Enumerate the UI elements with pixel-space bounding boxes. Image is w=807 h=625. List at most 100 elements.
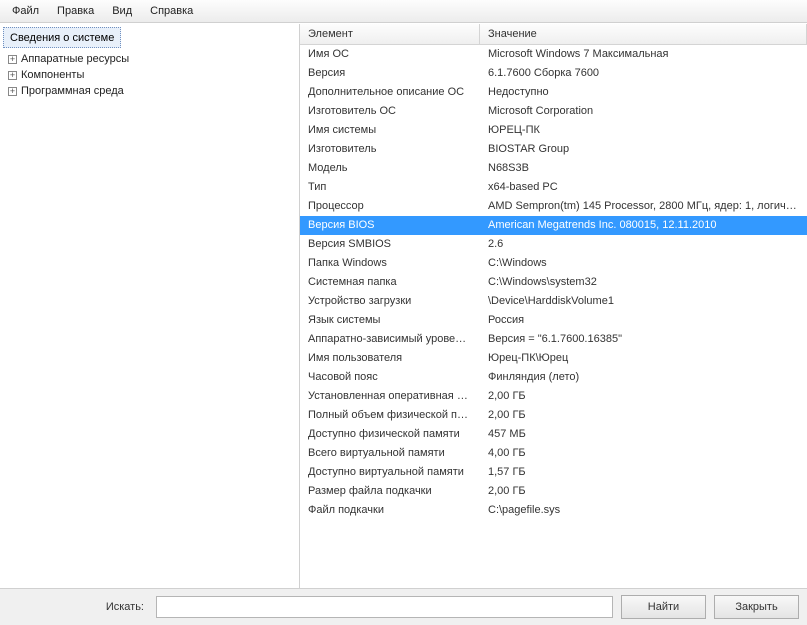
cell-value: ЮРЕЦ-ПК	[480, 122, 807, 139]
cell-element: Файл подкачки	[300, 502, 480, 519]
cell-value: 2.6	[480, 236, 807, 253]
cell-value: 457 МБ	[480, 426, 807, 443]
list-row[interactable]: Установленная оперативная п…2,00 ГБ	[300, 387, 807, 406]
cell-value: \Device\HarddiskVolume1	[480, 293, 807, 310]
cell-element: Версия BIOS	[300, 217, 480, 234]
cell-element: Размер файла подкачки	[300, 483, 480, 500]
cell-element: Версия	[300, 65, 480, 82]
list-row[interactable]: Файл подкачкиC:\pagefile.sys	[300, 501, 807, 520]
cell-value: Microsoft Corporation	[480, 103, 807, 120]
list-pane: Элемент Значение Имя ОСMicrosoft Windows…	[300, 24, 807, 588]
main-content: Сведения о системе + Аппаратные ресурсы + К…	[0, 23, 807, 588]
tree-item-label: Компоненты	[21, 69, 84, 81]
list-row[interactable]: Версия SMBIOS2.6	[300, 235, 807, 254]
plus-icon[interactable]: +	[8, 71, 17, 80]
cell-value: American Megatrends Inc. 080015, 12.11.2…	[480, 217, 807, 234]
search-label: Искать:	[8, 601, 148, 613]
list-row[interactable]: Дополнительное описание ОСНедоступно	[300, 83, 807, 102]
tree-item[interactable]: + Программная среда	[0, 83, 299, 99]
list-row[interactable]: Размер файла подкачки2,00 ГБ	[300, 482, 807, 501]
list-row[interactable]: Всего виртуальной памяти4,00 ГБ	[300, 444, 807, 463]
tree-item-label: Аппаратные ресурсы	[21, 53, 129, 65]
menu-edit[interactable]: Правка	[49, 2, 102, 20]
cell-element: Папка Windows	[300, 255, 480, 272]
cell-value: x64-based PC	[480, 179, 807, 196]
cell-element: Доступно виртуальной памяти	[300, 464, 480, 481]
cell-element: Часовой пояс	[300, 369, 480, 386]
list-row[interactable]: Версия6.1.7600 Сборка 7600	[300, 64, 807, 83]
cell-element: Язык системы	[300, 312, 480, 329]
cell-element: Доступно физической памяти	[300, 426, 480, 443]
list-row[interactable]: Доступно виртуальной памяти1,57 ГБ	[300, 463, 807, 482]
plus-icon[interactable]: +	[8, 87, 17, 96]
cell-element: Полный объем физической па…	[300, 407, 480, 424]
plus-icon[interactable]: +	[8, 55, 17, 64]
cell-element: Имя ОС	[300, 46, 480, 63]
list-row[interactable]: Папка WindowsC:\Windows	[300, 254, 807, 273]
column-value[interactable]: Значение	[480, 24, 807, 44]
list-row[interactable]: Типx64-based PC	[300, 178, 807, 197]
cell-value: Версия = "6.1.7600.16385"	[480, 331, 807, 348]
tree-item-label: Программная среда	[21, 85, 124, 97]
list-row[interactable]: МодельN68S3B	[300, 159, 807, 178]
cell-value: 2,00 ГБ	[480, 483, 807, 500]
cell-element: Версия SMBIOS	[300, 236, 480, 253]
list-row[interactable]: Имя пользователяЮрец-ПК\Юрец	[300, 349, 807, 368]
list-row[interactable]: Системная папкаC:\Windows\system32	[300, 273, 807, 292]
cell-element: Всего виртуальной памяти	[300, 445, 480, 462]
cell-value: 2,00 ГБ	[480, 407, 807, 424]
cell-element: Дополнительное описание ОС	[300, 84, 480, 101]
tree-pane: Сведения о системе + Аппаратные ресурсы + К…	[0, 24, 300, 588]
cell-element: Имя системы	[300, 122, 480, 139]
find-button[interactable]: Найти	[621, 595, 706, 619]
menu-view[interactable]: Вид	[104, 2, 140, 20]
cell-value: Microsoft Windows 7 Максимальная	[480, 46, 807, 63]
tree-root[interactable]: Сведения о системе	[3, 27, 121, 48]
cell-value: Россия	[480, 312, 807, 329]
cell-value: Финляндия (лето)	[480, 369, 807, 386]
cell-element: Изготовитель	[300, 141, 480, 158]
list-row[interactable]: Версия BIOSAmerican Megatrends Inc. 0800…	[300, 216, 807, 235]
cell-element: Установленная оперативная п…	[300, 388, 480, 405]
list-row[interactable]: Доступно физической памяти457 МБ	[300, 425, 807, 444]
cell-value: 2,00 ГБ	[480, 388, 807, 405]
cell-value: C:\Windows\system32	[480, 274, 807, 291]
list-row[interactable]: Имя ОСMicrosoft Windows 7 Максимальная	[300, 45, 807, 64]
cell-value: AMD Sempron(tm) 145 Processor, 2800 МГц,…	[480, 198, 807, 215]
column-element[interactable]: Элемент	[300, 24, 480, 44]
list-row[interactable]: Изготовитель ОСMicrosoft Corporation	[300, 102, 807, 121]
list-row[interactable]: Устройство загрузки\Device\HarddiskVolum…	[300, 292, 807, 311]
list-row[interactable]: Язык системыРоссия	[300, 311, 807, 330]
tree-item[interactable]: + Компоненты	[0, 67, 299, 83]
list-row[interactable]: Аппаратно-зависимый уровен…Версия = "6.1…	[300, 330, 807, 349]
cell-value: Недоступно	[480, 84, 807, 101]
cell-value: BIOSTAR Group	[480, 141, 807, 158]
cell-element: Аппаратно-зависимый уровен…	[300, 331, 480, 348]
footer: Искать: Найти Закрыть	[0, 588, 807, 625]
cell-value: C:\pagefile.sys	[480, 502, 807, 519]
list-row[interactable]: ИзготовительBIOSTAR Group	[300, 140, 807, 159]
search-input[interactable]	[156, 596, 613, 618]
cell-element: Устройство загрузки	[300, 293, 480, 310]
menu-help[interactable]: Справка	[142, 2, 201, 20]
cell-element: Системная папка	[300, 274, 480, 291]
cell-element: Процессор	[300, 198, 480, 215]
list-header: Элемент Значение	[300, 24, 807, 45]
cell-value: 1,57 ГБ	[480, 464, 807, 481]
cell-value: N68S3B	[480, 160, 807, 177]
list-row[interactable]: ПроцессорAMD Sempron(tm) 145 Processor, …	[300, 197, 807, 216]
cell-element: Тип	[300, 179, 480, 196]
menu-file[interactable]: Файл	[4, 2, 47, 20]
cell-element: Изготовитель ОС	[300, 103, 480, 120]
list-row[interactable]: Полный объем физической па…2,00 ГБ	[300, 406, 807, 425]
tree-item[interactable]: + Аппаратные ресурсы	[0, 51, 299, 67]
cell-element: Имя пользователя	[300, 350, 480, 367]
list-row[interactable]: Имя системыЮРЕЦ-ПК	[300, 121, 807, 140]
cell-value: 4,00 ГБ	[480, 445, 807, 462]
list-row[interactable]: Часовой поясФинляндия (лето)	[300, 368, 807, 387]
cell-value: 6.1.7600 Сборка 7600	[480, 65, 807, 82]
close-button[interactable]: Закрыть	[714, 595, 799, 619]
cell-value: C:\Windows	[480, 255, 807, 272]
cell-element: Модель	[300, 160, 480, 177]
list-body[interactable]: Имя ОСMicrosoft Windows 7 МаксимальнаяВе…	[300, 45, 807, 588]
